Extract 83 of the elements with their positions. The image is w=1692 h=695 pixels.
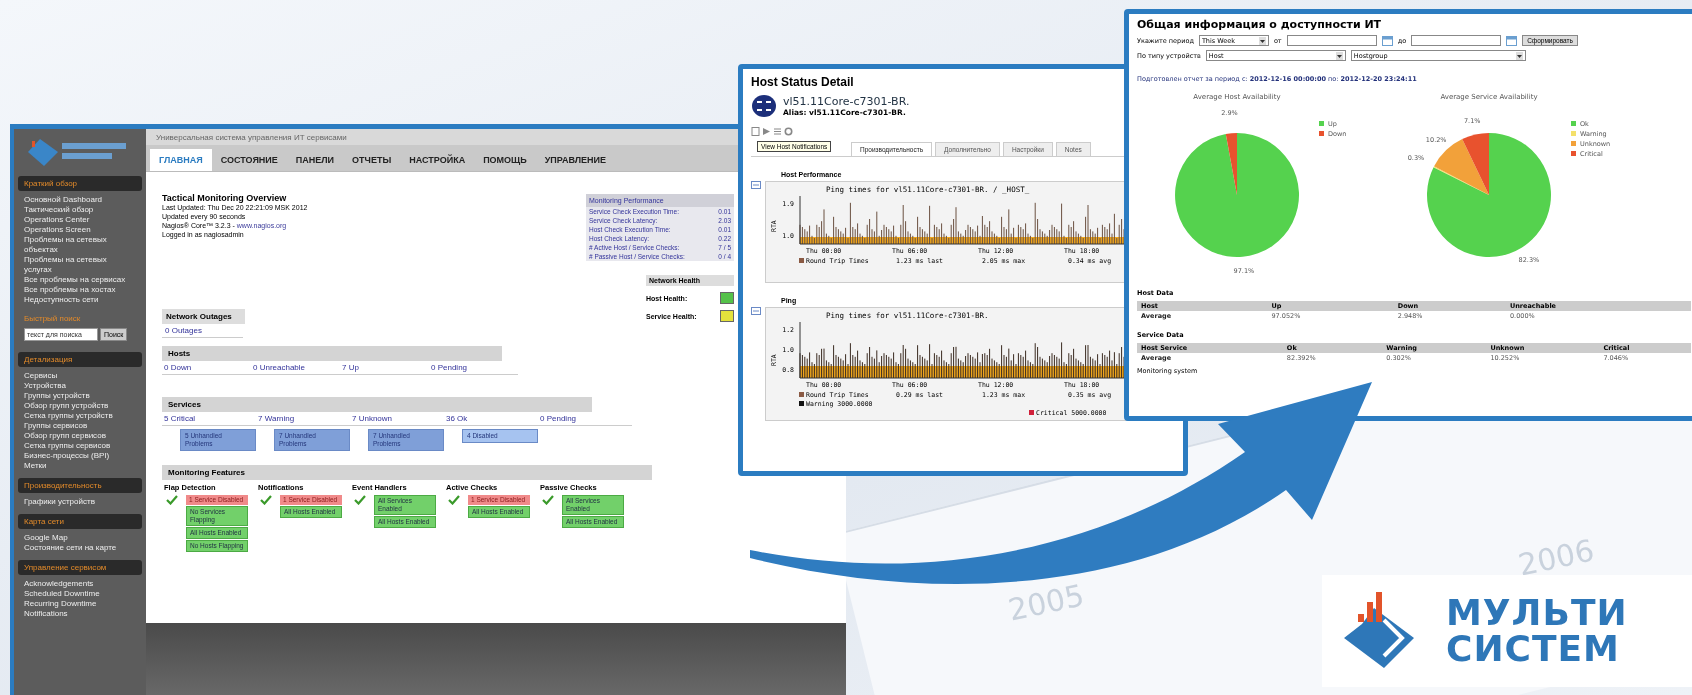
sidebar-item[interactable]: Графики устройств [24,497,136,507]
sidebar-heading: Карта сети [18,514,142,529]
dropdown-caret-icon [1258,36,1266,45]
sidebar-item[interactable]: Recurring Downtime [24,599,136,609]
nav-tab[interactable]: ГЛАВНАЯ [150,149,212,171]
sidebar-item[interactable]: Состояние сети на карте [24,543,136,553]
sidebar-item[interactable]: Обзор групп сервисов [24,431,136,441]
legend-swatch [1571,151,1576,156]
legend-swatch [1571,141,1576,146]
section-heading: Services [162,397,592,412]
nav-tab[interactable]: ОТЧЕТЫ [343,149,401,171]
status-count-link[interactable]: 5 Critical [162,412,256,426]
date-field[interactable] [1411,35,1502,46]
sidebar-item[interactable]: Все проблемы на сервисах [24,275,136,285]
check-icon [166,495,178,505]
window-title: Общая информация о доступности ИТ [1137,18,1383,31]
status-count-link[interactable]: 7 Warning [256,412,350,426]
sidebar-item[interactable]: Acknowledgements [24,579,136,589]
status-count-link[interactable]: 0 Unreachable [251,361,340,375]
sidebar-item[interactable]: Проблемы на сетевых объектах [24,235,136,255]
sidebar-item[interactable]: Группы устройств [24,391,136,401]
logo-text: МУЛЬТИ [1446,595,1628,631]
sidebar-item[interactable]: Сетка группы сервисов [24,441,136,451]
sidebar-item[interactable]: Проблемы на сетевых услугах [24,255,136,275]
overview-title: Tactical Monitoring Overview [162,194,287,203]
sidebar-item[interactable]: Все проблемы на хостах [24,285,136,295]
legend-swatch [1319,131,1324,136]
sidebar-item[interactable]: Метки [24,461,136,471]
sidebar-item[interactable]: Обзор групп устройств [24,401,136,411]
sidebar-item[interactable]: Сервисы [24,371,136,381]
legend-swatch [1571,121,1576,126]
check-icon [448,495,460,505]
sidebar-heading: Управление сервисом [18,560,142,575]
status-count-link[interactable]: 0 Pending [538,412,632,426]
app-title: Универсальная система управления ИТ сервисами [156,132,347,142]
nav-tab[interactable]: СОСТОЯНИЕ [211,149,287,171]
sidebar-item[interactable]: Недоступность сети [24,295,136,305]
sidebar-item[interactable]: Тактический обзор [24,205,136,215]
calendar-icon[interactable] [1506,35,1518,46]
sidebar-item[interactable]: Сетка группы устройств [24,411,136,421]
window-title: Host Status Detail [751,75,854,89]
sidebar-heading: Производительность [18,478,142,493]
collapse-icon[interactable] [751,307,761,315]
status-count-link[interactable]: 7 Unknown [350,412,444,426]
list-icon[interactable] [773,127,782,136]
host-name: vl51.11Core-c7301-BR. [783,95,910,108]
play-icon[interactable] [762,127,771,136]
legend-swatch [1319,121,1324,126]
legend-swatch [1571,131,1576,136]
calendar-icon[interactable] [1381,35,1393,46]
check-icon [260,495,272,505]
status-count-link[interactable]: 36 Ok [444,412,538,426]
nav-tab[interactable]: ПАНЕЛИ [286,149,344,171]
nav-tab[interactable]: УПРАВЛЕНИЕ [535,149,616,171]
sidebar-item[interactable]: Scheduled Downtime [24,589,136,599]
status-count-link[interactable]: 0 Down [162,361,251,375]
sidebar-heading: Краткий обзор [18,176,142,191]
status-count-link[interactable]: 7 Up [340,361,429,375]
sidebar-item[interactable]: Бизнес-процессы (BPI) [24,451,136,461]
section-heading: Monitoring Features [162,465,652,480]
nav-tab[interactable]: НАСТРОЙКА [400,149,475,171]
dropdown-caret-icon [1515,51,1523,60]
router-icon [751,93,777,119]
check-icon [542,495,554,505]
sidebar-item[interactable]: Основной Dashboard [24,195,136,205]
check-icon [354,495,366,505]
sidebar-item[interactable]: Группы сервисов [24,421,136,431]
status-count-link[interactable]: 0 Pending [429,361,518,375]
sidebar-item[interactable]: Устройства [24,381,136,391]
outages-link[interactable]: 0 Outages [162,324,243,338]
sidebar-item[interactable]: Google Map [24,533,136,543]
date-field[interactable] [1286,35,1377,46]
collapse-icon[interactable] [751,181,761,189]
logo-text: СИСТЕМ [1446,631,1621,667]
section-heading: Hosts [162,346,502,361]
nav-tab[interactable]: ПОМОЩЬ [474,149,536,171]
sidebar-item[interactable]: Operations Center [24,215,136,225]
search-heading: Быстрый поиск [23,313,82,325]
section-heading: Network Outages [162,309,245,324]
sidebar-item[interactable]: Notifications [24,609,136,619]
dropdown-caret-icon [1335,51,1343,60]
sidebar-heading: Детализация [18,352,142,367]
sidebar-item[interactable]: Operations Screen [24,225,136,235]
